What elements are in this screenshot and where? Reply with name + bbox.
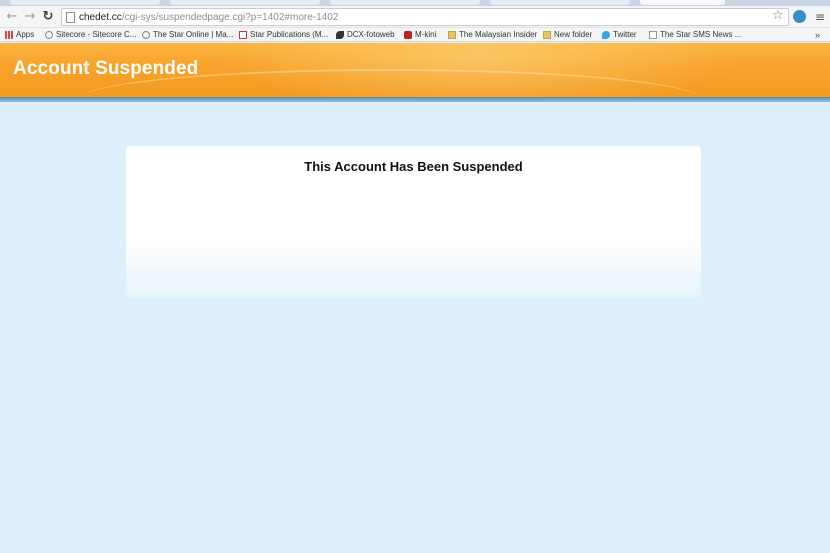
- bookmark-label: The Star Online | Ma...: [153, 30, 234, 39]
- sitecore-icon: [45, 31, 53, 39]
- suspended-heading: This Account Has Been Suspended: [304, 159, 523, 174]
- browser-toolbar: ← → ↻ chedet.cc/cgi-sys/suspendedpage.cg…: [0, 6, 830, 28]
- browser-tab[interactable]: [490, 0, 630, 5]
- forward-arrow-icon[interactable]: →: [22, 9, 38, 25]
- browser-tab[interactable]: [330, 0, 480, 5]
- bookmark-star-publications[interactable]: Star Publications (M...: [239, 29, 328, 41]
- bookmark-m-kini[interactable]: M-kini: [404, 29, 436, 41]
- page-icon: [66, 12, 75, 23]
- suspended-message-card: This Account Has Been Suspended: [126, 146, 701, 298]
- bookmark-label: New folder: [554, 30, 593, 39]
- bookmark-apps[interactable]: Apps: [5, 29, 34, 41]
- bookmark-label: The Malaysian Insider: [459, 30, 538, 39]
- bookmark-star-icon[interactable]: ☆: [772, 8, 784, 24]
- bookmark-malaysian-insider[interactable]: The Malaysian Insider: [448, 29, 537, 41]
- bookmark-new-folder[interactable]: New folder: [543, 29, 592, 41]
- banner-divider: [0, 97, 830, 102]
- browser-tab[interactable]: [170, 0, 320, 5]
- browser-tab[interactable]: [10, 0, 160, 5]
- url-path: /cgi-sys/suspendedpage.cgi?p=1402#more-1…: [121, 12, 339, 23]
- bookmark-label: Sitecore - Sitecore C...: [56, 30, 137, 39]
- bookmarks-overflow-chevron[interactable]: »: [815, 29, 820, 41]
- bookmarks-bar: Apps Sitecore - Sitecore C... The Star O…: [0, 28, 830, 42]
- bookmark-twitter[interactable]: Twitter: [602, 29, 637, 41]
- menu-icon[interactable]: ≡: [815, 9, 825, 25]
- reload-icon[interactable]: ↻: [40, 9, 56, 25]
- mkini-icon: [404, 31, 412, 39]
- folder-icon: [448, 31, 456, 39]
- folder-icon: [543, 31, 551, 39]
- bookmark-label: DCX-fotoweb: [347, 30, 395, 39]
- bookmark-the-star-online[interactable]: The Star Online | Ma...: [142, 29, 233, 41]
- address-bar[interactable]: chedet.cc/cgi-sys/suspendedpage.cgi?p=14…: [61, 8, 789, 26]
- bookmark-star-sms-news[interactable]: The Star SMS News ...: [649, 29, 741, 41]
- apps-grid-icon: [5, 31, 13, 39]
- twitter-bird-icon: [602, 31, 610, 39]
- back-arrow-icon[interactable]: ←: [4, 9, 20, 25]
- bookmark-label: M-kini: [415, 30, 437, 39]
- bookmark-sitecore[interactable]: Sitecore - Sitecore C...: [45, 29, 136, 41]
- active-browser-tab[interactable]: [640, 0, 725, 5]
- url-host: chedet.cc: [79, 12, 122, 23]
- document-icon: [649, 31, 657, 39]
- bookmark-label: Twitter: [613, 30, 637, 39]
- sitecore-icon: [142, 31, 150, 39]
- page-title: Account Suspended: [13, 58, 199, 79]
- extension-icon[interactable]: [793, 10, 806, 23]
- dcx-icon: [336, 31, 344, 39]
- url-text[interactable]: chedet.cc/cgi-sys/suspendedpage.cgi?p=14…: [79, 11, 338, 24]
- gmail-icon: [239, 31, 247, 39]
- bookmark-label: Star Publications (M...: [250, 30, 329, 39]
- bookmark-dcx-fotoweb[interactable]: DCX-fotoweb: [336, 29, 395, 41]
- page-header-banner: Account Suspended: [0, 43, 830, 97]
- bookmark-label: The Star SMS News ...: [660, 30, 742, 39]
- bookmark-label: Apps: [16, 30, 35, 39]
